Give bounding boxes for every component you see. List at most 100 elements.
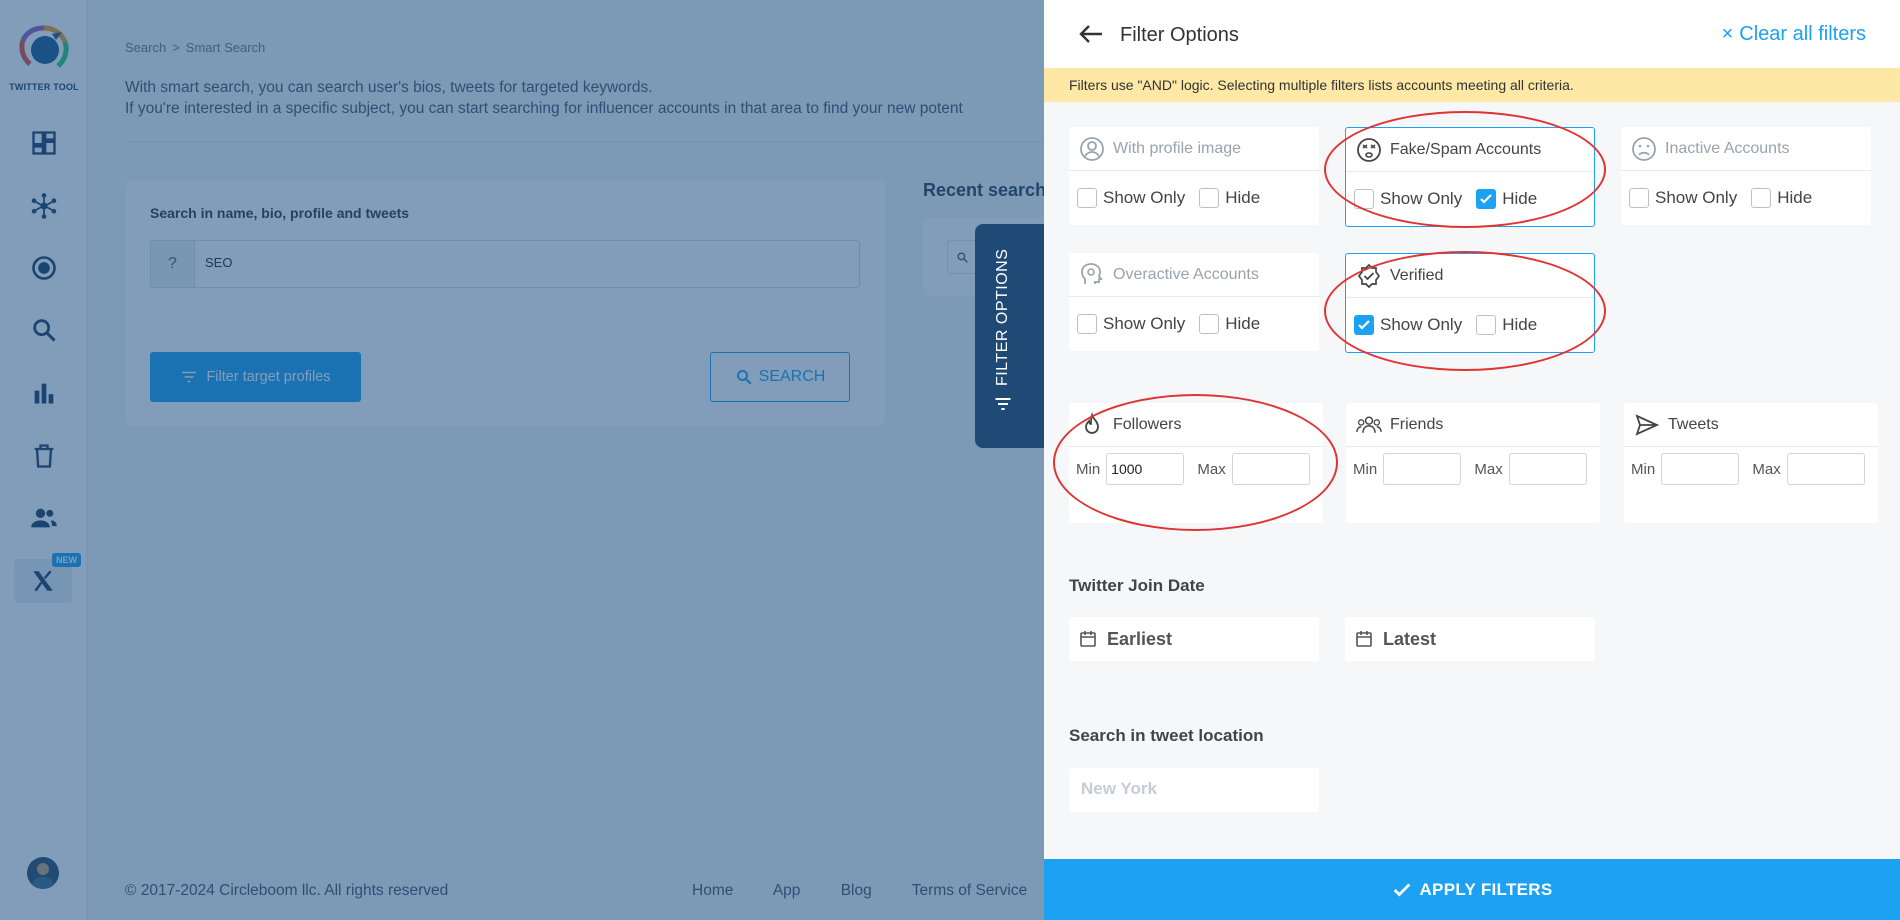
avatar[interactable] (27, 857, 59, 889)
breadcrumb-separator: > (172, 40, 180, 55)
min-label: Min (1631, 460, 1656, 478)
bar-chart-icon[interactable] (29, 378, 59, 408)
location-input[interactable]: New York (1069, 768, 1319, 812)
footer-copyright: © 2017-2024 Circleboom llc. All rights r… (125, 882, 449, 899)
clear-all-label: Clear all filters (1739, 23, 1866, 45)
search-label: Search in name, bio, profile and tweets (150, 205, 410, 221)
filter-label-inactive: Inactive Accounts (1665, 139, 1790, 157)
help-icon[interactable]: ? (151, 241, 195, 287)
min-label: Min (1353, 460, 1378, 478)
calendar-icon (1080, 631, 1096, 647)
filter-label-overactive: Overactive Accounts (1113, 265, 1259, 283)
group-icon (1356, 415, 1382, 433)
users-icon[interactable] (29, 503, 59, 533)
footer-link-terms[interactable]: Terms of Service (912, 882, 1027, 899)
search-button-label: SEARCH (758, 368, 826, 385)
dashboard-icon[interactable] (29, 128, 59, 158)
range-label-tweets: Tweets (1668, 415, 1719, 433)
main-content: Search > Smart Search With smart search, y… (89, 0, 1143, 920)
apply-filters-label: APPLY FILTERS (1419, 879, 1553, 899)
check-icon (1358, 320, 1370, 330)
latest-date-input[interactable]: Latest (1345, 617, 1595, 661)
profile-image-hide-checkbox[interactable] (1199, 188, 1220, 208)
fake-spam-hide-checkbox[interactable] (1476, 189, 1497, 209)
intro-line-1: With smart search, you can search user's… (125, 79, 653, 96)
overactive-show-only-checkbox[interactable] (1077, 314, 1097, 334)
footer-link-blog[interactable]: Blog (841, 882, 872, 899)
new-badge: NEW (52, 553, 81, 567)
verified-hide-checkbox[interactable] (1476, 315, 1497, 335)
followers-min-input[interactable]: 1000 (1106, 453, 1185, 485)
footer-link-home[interactable]: Home (692, 882, 733, 899)
followers-max-input[interactable] (1231, 453, 1310, 485)
hide-label: Hide (1777, 188, 1813, 207)
panel-header: Filter Options × Clear all filters (1044, 0, 1900, 68)
latest-label: Latest (1383, 628, 1437, 649)
filter-card-inactive: Inactive Accounts Show Only Hide (1621, 127, 1871, 225)
join-date-title: Twitter Join Date (1069, 576, 1205, 595)
calendar-icon (1356, 631, 1372, 647)
verified-badge-icon (1357, 263, 1381, 288)
sidebar: TWITTER TOOL NEW (0, 0, 88, 920)
verified-show-only-checkbox[interactable] (1354, 315, 1374, 335)
range-card-tweets: Tweets Min Max (1624, 403, 1878, 523)
app-logo[interactable] (18, 24, 70, 74)
close-icon: × (1721, 23, 1734, 45)
show-only-label: Show Only (1103, 314, 1186, 333)
back-arrow-icon[interactable] (1078, 22, 1104, 46)
divider (125, 141, 1135, 142)
max-label: Max (1474, 460, 1503, 478)
filter-panel: Filter Options × Clear all filters Filte… (1044, 0, 1900, 920)
trash-icon[interactable] (29, 441, 59, 471)
show-only-label: Show Only (1103, 188, 1186, 207)
hide-label: Hide (1502, 315, 1538, 334)
friends-min-input[interactable] (1383, 453, 1462, 485)
show-only-label: Show Only (1655, 188, 1738, 207)
sad-face-icon (1632, 136, 1656, 161)
recent-search-title: Recent search (923, 180, 1047, 200)
footer-link-app[interactable]: App (773, 882, 801, 899)
search-input[interactable]: ? SEO (150, 240, 860, 288)
check-icon (1394, 883, 1411, 897)
tweets-min-input[interactable] (1661, 453, 1740, 485)
network-icon[interactable] (29, 191, 59, 221)
hide-label: Hide (1502, 189, 1538, 208)
range-card-followers: Followers Min 1000 Max (1069, 403, 1323, 523)
intro-line-2: If you're interested in a specific subje… (125, 100, 963, 117)
range-label-friends: Friends (1390, 415, 1444, 433)
filter-options-tab-label: FILTER OPTIONS (994, 248, 1011, 386)
overactive-hide-checkbox[interactable] (1199, 314, 1220, 334)
check-icon (1480, 194, 1492, 204)
breadcrumb-current: Smart Search (185, 40, 266, 55)
profile-image-icon (1080, 136, 1104, 161)
hide-label: Hide (1225, 188, 1261, 207)
profile-image-show-only-checkbox[interactable] (1077, 188, 1097, 208)
filter-target-profiles-button[interactable]: Filter target profiles (150, 352, 361, 402)
earliest-date-input[interactable]: Earliest (1069, 617, 1319, 661)
search-icon[interactable] (29, 315, 59, 345)
inactive-show-only-checkbox[interactable] (1629, 188, 1649, 208)
breadcrumb-root[interactable]: Search (125, 40, 166, 55)
clear-all-filters-button[interactable]: × Clear all filters (1722, 23, 1866, 46)
apply-filters-button[interactable]: APPLY FILTERS (1044, 859, 1900, 920)
show-only-label: Show Only (1380, 315, 1463, 334)
filter-button-label: Filter target profiles (206, 369, 331, 385)
and-logic-notice: Filters use "AND" logic. Selecting multi… (1044, 68, 1900, 102)
search-card: Search in name, bio, profile and tweets … (125, 180, 885, 426)
filter-options-tab[interactable]: FILTER OPTIONS (975, 224, 1045, 448)
inactive-hide-checkbox[interactable] (1751, 188, 1772, 208)
fire-icon (1085, 411, 1099, 434)
target-icon[interactable] (29, 253, 59, 283)
filter-card-profile-image: With profile image Show Only Hide (1069, 127, 1319, 225)
min-label: Min (1076, 460, 1101, 478)
friends-max-input[interactable] (1508, 453, 1587, 485)
search-button[interactable]: SEARCH (710, 352, 850, 402)
fake-spam-show-only-checkbox[interactable] (1354, 189, 1374, 209)
intro-text: With smart search, you can search user's… (125, 77, 963, 119)
tweets-max-input[interactable] (1786, 453, 1865, 485)
location-title: Search in tweet location (1069, 726, 1264, 745)
filter-card-fake-spam: Fake/Spam Accounts Show Only Hide (1345, 127, 1595, 227)
head-gear-icon (1081, 262, 1103, 284)
hide-label: Hide (1225, 314, 1261, 333)
filter-card-verified: Verified Show Only Hide (1345, 253, 1595, 353)
